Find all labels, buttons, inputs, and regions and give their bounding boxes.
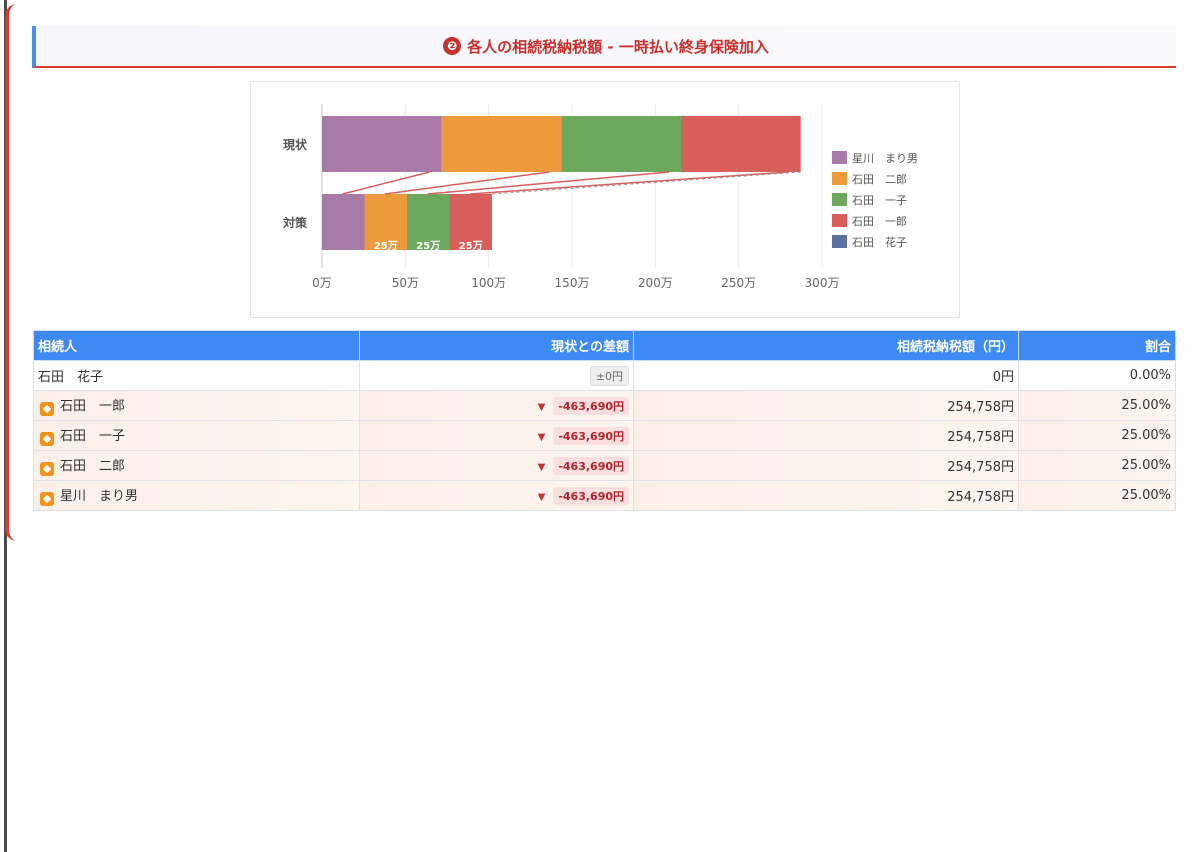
section-header: ❷ 各人の相続税納税額 - 一時払い終身保険加入 <box>32 26 1176 68</box>
diff-badge: -463,690円 <box>553 486 629 505</box>
tax-cell: 254,758円 <box>633 450 1019 481</box>
section-title-text: 各人の相続税納税額 - 一時払い終身保険加入 <box>467 37 769 56</box>
legend-swatch <box>832 214 847 227</box>
header-heir[interactable]: 相続人 <box>33 330 360 361</box>
table-row: 星川 まり男 ▼ -463,690円 254,758円 25.00% <box>33 480 1176 511</box>
legend-label: 石田 二郎 <box>852 172 907 186</box>
ratio-cell: 25.00% <box>1018 480 1176 511</box>
tax-cell: 254,758円 <box>633 390 1019 421</box>
heir-name-cell: 石田 二郎 <box>33 450 360 481</box>
x-tick-label: 150万 <box>555 276 590 290</box>
down-triangle-icon: ▼ <box>537 491 546 503</box>
data-label: 25万 <box>416 240 440 252</box>
header-ratio[interactable]: 割合 <box>1018 330 1176 361</box>
heir-name: 石田 花子 <box>38 370 104 385</box>
heir-icon <box>40 432 54 446</box>
heir-name: 石田 一郎 <box>60 399 126 414</box>
x-tick-label: 100万 <box>471 276 506 290</box>
header-tax[interactable]: 相続税納税額（円） <box>633 330 1019 361</box>
heir-name-cell: 星川 まり男 <box>33 480 360 511</box>
diff-cell: ▼ -463,690円 <box>359 450 634 481</box>
heir-name: 星川 まり男 <box>60 489 139 504</box>
bar-segment <box>322 194 365 250</box>
x-tick-label: 300万 <box>805 276 840 290</box>
heirs-table: 相続人 現状との差額 相続税納税額（円） 割合 石田 花子 ±0円 0円 0.00% 石… <box>33 330 1176 511</box>
tax-cell: 254,758円 <box>633 420 1019 451</box>
ratio-cell: 25.00% <box>1018 450 1176 481</box>
bar-segment <box>441 116 562 172</box>
diff-badge: ±0円 <box>589 365 629 386</box>
x-tick-label: 50万 <box>392 276 419 290</box>
bar-segment <box>681 116 801 172</box>
diff-cell: ±0円 <box>359 360 634 391</box>
y-category-label: 対策 <box>282 215 308 230</box>
diff-badge: -463,690円 <box>553 456 629 475</box>
diff-badge: -463,690円 <box>553 426 629 445</box>
diff-cell: ▼ -463,690円 <box>359 390 634 421</box>
tax-cell: 254,758円 <box>633 480 1019 511</box>
diff-cell: ▼ -463,690円 <box>359 420 634 451</box>
heir-name: 石田 一子 <box>60 429 126 444</box>
tax-chart-svg: 0万 50万 100万 150万 200万 250万 300万 現状対策 25万 25万 25万 星川… <box>282 104 918 290</box>
ratio-cell: 25.00% <box>1018 420 1176 451</box>
connector-line <box>342 171 430 195</box>
bar-segment <box>322 116 442 172</box>
heir-name: 石田 二郎 <box>60 459 126 474</box>
heir-icon <box>40 402 54 416</box>
bar-segment <box>561 116 681 172</box>
legend-label: 石田 一子 <box>852 194 907 207</box>
legend-swatch <box>832 172 847 185</box>
legend-swatch <box>832 151 847 164</box>
heir-icon <box>40 462 54 476</box>
y-category-label: 現状 <box>283 137 308 152</box>
legend-swatch <box>832 235 847 248</box>
tax-cell: 0円 <box>633 360 1019 391</box>
section-title: ❷ 各人の相続税納税額 - 一時払い終身保険加入 <box>443 36 769 57</box>
header-diff[interactable]: 現状との差額 <box>359 330 634 361</box>
diff-cell: ▼ -463,690円 <box>359 480 634 511</box>
ratio-cell: 25.00% <box>1018 390 1176 421</box>
heir-name-cell: 石田 花子 <box>33 360 360 391</box>
legend-label: 星川 まり男 <box>852 152 918 165</box>
diff-badge: -463,690円 <box>553 396 629 415</box>
data-label: 25万 <box>374 240 398 252</box>
heir-icon <box>40 492 54 506</box>
down-triangle-icon: ▼ <box>537 431 546 443</box>
data-label: 25万 <box>459 240 483 252</box>
table-row: 石田 一郎 ▼ -463,690円 254,758円 25.00% <box>33 390 1176 421</box>
legend-swatch <box>832 193 847 206</box>
down-triangle-icon: ▼ <box>537 461 546 473</box>
section-number-badge: ❷ <box>443 37 462 55</box>
table-row: 石田 花子 ±0円 0円 0.00% <box>33 360 1176 391</box>
legend-label: 石田 花子 <box>852 236 907 249</box>
heir-name-cell: 石田 一郎 <box>33 390 360 421</box>
heir-name-cell: 石田 一子 <box>33 420 360 451</box>
table-row: 石田 一子 ▼ -463,690円 254,758円 25.00% <box>33 420 1176 451</box>
x-tick-label: 0万 <box>312 276 332 290</box>
tax-chart: 0万 50万 100万 150万 200万 250万 300万 現状対策 25万 25万 25万 星川… <box>250 81 960 318</box>
ratio-cell: 0.00% <box>1018 360 1176 391</box>
connector-line <box>491 171 801 195</box>
table-row: 石田 二郎 ▼ -463,690円 254,758円 25.00% <box>33 450 1176 481</box>
legend-label: 石田 一郎 <box>852 214 907 228</box>
section-frame <box>5 4 19 541</box>
down-triangle-icon: ▼ <box>537 401 546 413</box>
x-tick-label: 250万 <box>721 276 756 290</box>
x-tick-label: 200万 <box>638 276 673 290</box>
table-header-row: 相続人 現状との差額 相続税納税額（円） 割合 <box>33 330 1176 361</box>
